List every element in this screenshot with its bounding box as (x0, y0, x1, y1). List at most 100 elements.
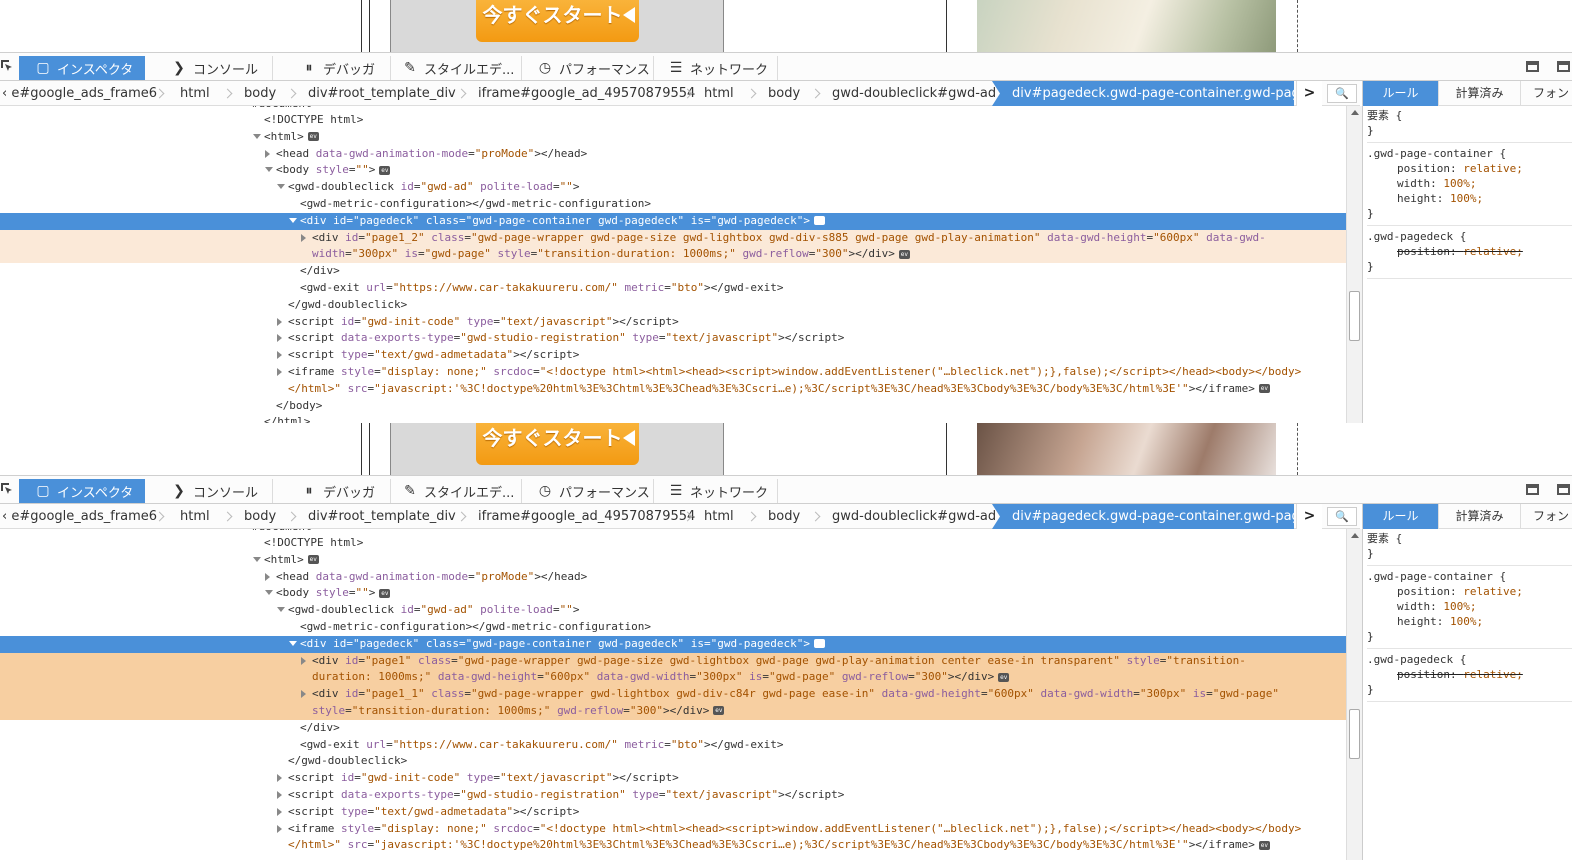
breadcrumb-item-selected[interactable]: div#pagedeck.gwd-page-container.gwd-page… (992, 81, 1294, 106)
split-console-icon[interactable] (1557, 61, 1570, 72)
css-rule[interactable]: .gwd-pagedeck {position: relative;} (1367, 229, 1572, 279)
markup-node[interactable]: <div id="page1_1" class="gwd-page-wrappe… (0, 686, 1346, 703)
markup-node[interactable]: <script data-exports-type="gwd-studio-re… (0, 787, 1346, 804)
markup-node[interactable]: <script id="gwd-init-code" type="text/ja… (0, 770, 1346, 787)
tab-computed[interactable]: 計算済み (1439, 81, 1521, 106)
expand-arrow-closed-icon[interactable] (277, 807, 282, 816)
tab-computed[interactable]: 計算済み (1439, 504, 1521, 529)
markup-node[interactable]: </body> (0, 398, 1346, 415)
markup-node[interactable]: <div id="page1" class="gwd-page-wrapper … (0, 652, 1346, 670)
expand-arrow-open-icon[interactable] (253, 133, 261, 139)
markup-node[interactable]: <body style=""> ev (0, 162, 1346, 179)
expand-arrow-closed-icon[interactable] (277, 774, 282, 783)
breadcrumb-item[interactable]: div#root_template_div (308, 81, 456, 106)
breadcrumb-item-selected[interactable]: div#pagedeck.gwd-page-container.gwd-page… (992, 504, 1294, 529)
markup-node[interactable]: </gwd-doubleclick> (0, 297, 1346, 314)
search-icon[interactable]: 🔍 (1327, 507, 1357, 526)
expand-arrow-closed-icon[interactable] (277, 317, 282, 326)
scrollbar-thumb[interactable] (1349, 709, 1360, 759)
breadcrumb-item[interactable]: html (180, 504, 210, 529)
markup-node[interactable]: <head data-gwd-animation-mode="proMode">… (0, 569, 1346, 586)
element-picker-icon[interactable] (0, 59, 14, 73)
markup-node-selected[interactable]: <div id="pagedeck" class="gwd-page-conta… (0, 635, 1346, 653)
event-badge-icon[interactable]: ev (379, 165, 391, 175)
markup-node[interactable]: <script type="text/gwd-admetadata"></scr… (0, 804, 1346, 821)
event-badge-icon[interactable]: ev (1258, 840, 1270, 850)
tab-console[interactable]: ❯ コンソール (155, 479, 273, 503)
tab-performance[interactable]: ◷ パフォーマンス (521, 479, 654, 503)
markup-scrollbar[interactable] (1346, 106, 1362, 430)
rule-declaration[interactable]: width: 100%; (1367, 599, 1572, 614)
markup-node[interactable]: style="transition-duration: 1000ms;" gwd… (0, 702, 1346, 720)
tab-inspector[interactable]: ▢ インスペクタ (19, 56, 145, 80)
split-console-icon[interactable] (1557, 484, 1570, 495)
markup-node[interactable]: <gwd-exit url="https://www.car-takakuure… (0, 280, 1346, 297)
breadcrumb-item[interactable]: html (704, 81, 734, 106)
css-rule[interactable]: 要素 {} (1367, 108, 1572, 143)
expand-arrow-closed-icon[interactable] (265, 149, 270, 158)
breadcrumb-item[interactable]: div#root_template_div (308, 504, 456, 529)
markup-node[interactable]: <script id="gwd-init-code" type="text/ja… (0, 314, 1346, 331)
expand-arrow-closed-icon[interactable] (265, 572, 270, 581)
tab-fonts[interactable]: フォン (1521, 504, 1572, 529)
expand-arrow-open-icon[interactable] (265, 167, 273, 173)
scroll-up-icon[interactable] (1351, 110, 1359, 115)
scrollbar-thumb[interactable] (1349, 291, 1360, 341)
rule-declaration[interactable]: height: 100%; (1367, 191, 1572, 206)
markup-node[interactable]: <gwd-doubleclick id="gwd-ad" polite-load… (0, 179, 1346, 196)
css-rule[interactable]: 要素 {} (1367, 531, 1572, 566)
rule-declaration[interactable]: width: 100%; (1367, 176, 1572, 191)
markup-node-selected[interactable]: <div id="pagedeck" class="gwd-page-conta… (0, 212, 1346, 230)
event-badge-icon[interactable]: ev (379, 588, 391, 598)
breadcrumb-item[interactable]: body (244, 81, 276, 106)
tab-rules[interactable]: ルール (1363, 81, 1439, 106)
markup-node[interactable]: </html>" src="javascript:'%3C!doctype%20… (0, 381, 1346, 398)
breadcrumb-item[interactable]: iframe#google_ad_49570879554 (478, 81, 695, 106)
tab-debugger[interactable]: ⏸ デバッガ (285, 56, 391, 80)
event-badge-icon[interactable]: ev (1258, 384, 1270, 394)
markup-node[interactable]: <div id="page1_2" class="gwd-page-wrappe… (0, 229, 1346, 247)
event-badge-icon[interactable]: ev (898, 249, 910, 259)
tab-style-editor[interactable]: ✎ スタイルエデ... (386, 56, 522, 80)
expand-arrow-closed-icon[interactable] (277, 351, 282, 360)
markup-node[interactable]: <html> ev (0, 129, 1346, 146)
tab-network[interactable]: ☰ ネットワーク (652, 56, 778, 80)
markup-node[interactable]: <head data-gwd-animation-mode="proMode">… (0, 146, 1346, 163)
expand-arrow-open-icon[interactable] (253, 556, 261, 562)
rule-declaration[interactable]: position: relative; (1367, 161, 1572, 176)
markup-node[interactable]: <gwd-doubleclick id="gwd-ad" polite-load… (0, 602, 1346, 619)
breadcrumb-item[interactable]: body (244, 504, 276, 529)
ad-start-button[interactable]: 今すぐスタート (476, 0, 639, 42)
markup-node[interactable]: <gwd-metric-configuration></gwd-metric-c… (0, 619, 1346, 636)
rule-declaration[interactable]: position: relative; (1367, 667, 1572, 682)
css-rule[interactable]: .gwd-page-container {position: relative;… (1367, 146, 1572, 226)
breadcrumb-item[interactable]: ‹ e#google_ads_frame6 (2, 504, 157, 529)
element-picker-icon[interactable] (0, 482, 14, 496)
event-badge-icon[interactable]: ev (814, 639, 825, 649)
markup-node[interactable]: <iframe style="display: none;" srcdoc="<… (0, 364, 1346, 381)
breadcrumb-item[interactable]: html (704, 504, 734, 529)
event-badge-icon[interactable]: ev (307, 555, 319, 565)
markup-node[interactable]: <body style=""> ev (0, 585, 1346, 602)
breadcrumb-item[interactable]: body (768, 81, 800, 106)
expand-arrow-closed-icon[interactable] (277, 790, 282, 799)
markup-node[interactable]: <gwd-exit url="https://www.car-takakuure… (0, 737, 1346, 754)
expand-arrow-open-icon[interactable] (277, 607, 285, 613)
markup-node[interactable]: </gwd-doubleclick> (0, 753, 1346, 770)
markup-node[interactable]: </div> (0, 720, 1346, 737)
breadcrumb-item[interactable]: ‹ e#google_ads_frame6 (2, 81, 157, 106)
markup-node[interactable]: </html>" src="javascript:'%3C!doctype%20… (0, 837, 1346, 854)
expand-arrow-closed-icon[interactable] (301, 233, 306, 242)
breadcrumb-item[interactable]: gwd-doubleclick#gwd-ad (832, 81, 996, 106)
event-badge-icon[interactable]: ev (814, 216, 825, 226)
expand-arrow-closed-icon[interactable] (301, 690, 306, 699)
search-icon[interactable]: 🔍 (1327, 84, 1357, 103)
markup-scrollbar[interactable] (1346, 529, 1362, 860)
event-badge-icon[interactable]: ev (307, 132, 319, 142)
css-rule[interactable]: .gwd-page-container {position: relative;… (1367, 569, 1572, 649)
markup-node[interactable]: <iframe style="display: none;" srcdoc="<… (0, 821, 1346, 838)
markup-node[interactable]: </div> (0, 263, 1346, 280)
tab-rules[interactable]: ルール (1363, 504, 1439, 529)
scroll-up-icon[interactable] (1351, 533, 1359, 538)
expand-arrow-open-icon[interactable] (265, 590, 273, 596)
